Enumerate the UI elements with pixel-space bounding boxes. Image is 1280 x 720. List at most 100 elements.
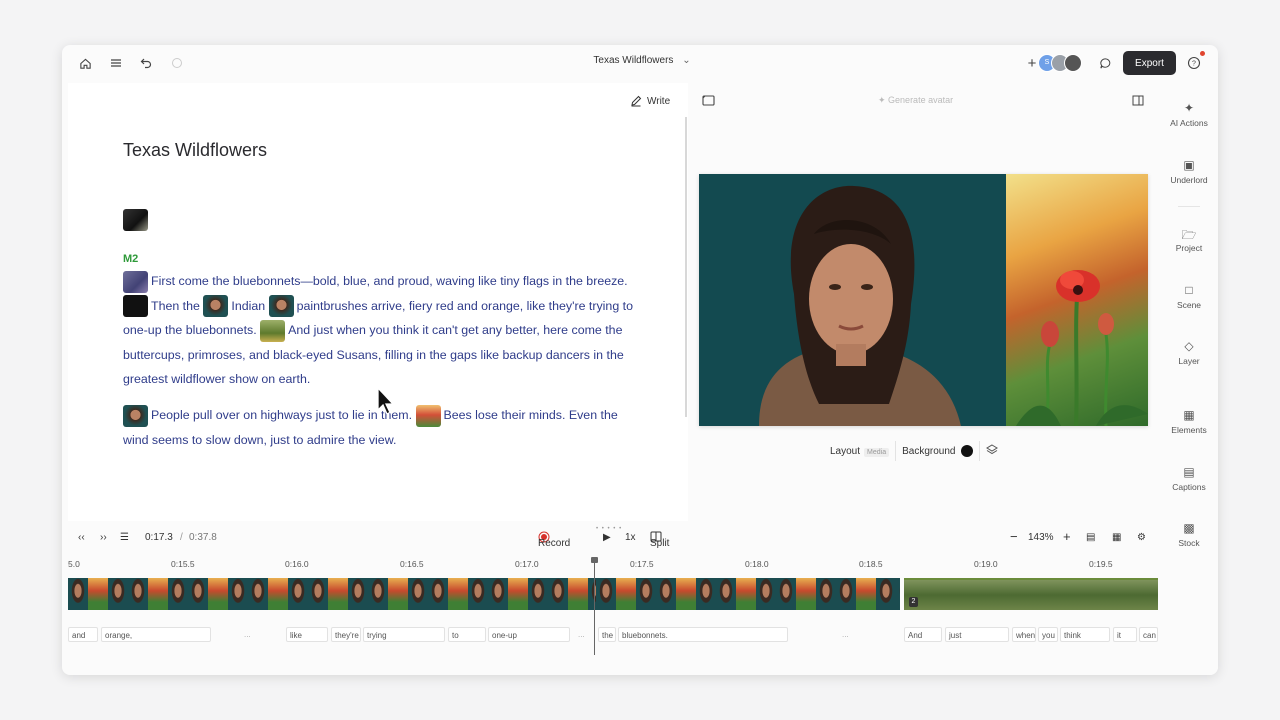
word-chip[interactable]: to xyxy=(448,627,486,642)
divider xyxy=(979,441,981,461)
word-chip[interactable]: think xyxy=(1060,627,1110,642)
word-gap[interactable]: ... xyxy=(244,630,251,639)
background-button[interactable]: Background xyxy=(902,445,974,457)
sidebar-item-project[interactable]: 🗁 Project xyxy=(1160,226,1218,253)
video-frame xyxy=(248,578,268,610)
word-chip[interactable]: one-up xyxy=(488,627,570,642)
timeline-settings-icon[interactable]: ⚙ xyxy=(1137,532,1146,543)
app-window: Texas Wildflowers ⌄ + S Export ? Write T… xyxy=(62,45,1218,675)
skip-forward-icon[interactable]: ›› xyxy=(100,532,107,543)
playback-speed[interactable]: 1x xyxy=(625,532,636,543)
menu-icon[interactable] xyxy=(107,54,125,72)
chevron-down-icon: ⌄ xyxy=(682,55,691,66)
grid-view-icon[interactable]: ▦ xyxy=(1112,532,1121,543)
word-chip[interactable]: it xyxy=(1113,627,1137,642)
word-chip[interactable]: you xyxy=(1038,627,1058,642)
sidebar-item-captions[interactable]: ▤ Captions xyxy=(1160,465,1218,492)
document-title[interactable]: Texas Wildflowers ⌄ xyxy=(562,55,722,66)
word-chip[interactable]: the xyxy=(598,627,616,642)
comment-icon[interactable] xyxy=(1096,54,1114,72)
video-frame xyxy=(168,578,188,610)
word-chip[interactable]: bluebonnets. xyxy=(618,627,788,642)
sidebar-item-elements[interactable]: ▦ Elements xyxy=(1160,408,1218,435)
chapters-icon[interactable]: ☰ xyxy=(120,532,129,543)
word-chip[interactable]: trying xyxy=(363,627,445,642)
sidebar-item-scene[interactable]: □ Scene xyxy=(1160,283,1218,310)
video-frame xyxy=(68,578,88,610)
video-frame xyxy=(596,578,616,610)
scene-icon: □ xyxy=(1185,283,1193,297)
skip-back-icon[interactable]: ‹‹ xyxy=(78,532,85,543)
video-frame xyxy=(208,578,228,610)
video-preview[interactable] xyxy=(699,174,1148,426)
word-chip[interactable]: just xyxy=(945,627,1009,642)
word-chip[interactable]: like xyxy=(286,627,328,642)
video-frame xyxy=(676,578,696,610)
page-title[interactable]: Texas Wildflowers xyxy=(123,140,267,161)
home-icon[interactable] xyxy=(76,54,94,72)
timeline-ruler[interactable]: 5.0 0:15.5 0:16.0 0:16.5 0:17.0 0:17.5 0… xyxy=(68,557,1158,573)
word-chip[interactable]: And xyxy=(904,627,942,642)
top-bar: Texas Wildflowers ⌄ + S Export ? xyxy=(62,45,1218,81)
word-chip[interactable]: and xyxy=(68,627,98,642)
zoom-in-icon[interactable]: + xyxy=(1063,529,1071,544)
video-track-clip[interactable] xyxy=(68,578,598,610)
sidebar-item-underlord[interactable]: ▣ Underlord xyxy=(1160,158,1218,185)
aspect-ratio-icon[interactable] xyxy=(702,95,715,109)
sidebar-item-ai-actions[interactable]: ✦ AI Actions xyxy=(1160,101,1218,128)
media-thumbnail[interactable] xyxy=(260,319,286,342)
record-button[interactable]: Record xyxy=(538,531,570,549)
scene-thumbnail[interactable] xyxy=(123,209,151,231)
undo-icon[interactable] xyxy=(137,54,155,72)
write-button[interactable]: Write xyxy=(630,95,670,107)
generate-avatar-button[interactable]: ✦ Generate avatar xyxy=(878,95,953,106)
script-editor[interactable]: Write Texas Wildflowers M2 First come th… xyxy=(68,83,688,521)
video-frame xyxy=(528,578,548,610)
word-gap[interactable]: ... xyxy=(842,630,849,639)
mouse-pointer-icon xyxy=(377,387,395,415)
redo-icon[interactable] xyxy=(168,54,186,72)
presenter-video xyxy=(699,174,1006,426)
layout-button[interactable]: Layout Media xyxy=(830,446,890,457)
media-thumbnail[interactable] xyxy=(268,295,294,318)
timeline-toolbar: ‹‹ ›› ☰ 0:17.3 / 0:37.8 Record ▶ 1x Spli… xyxy=(68,525,1158,551)
track-view-icon[interactable]: ▤ xyxy=(1086,532,1095,543)
zoom-out-icon[interactable]: − xyxy=(1010,529,1018,544)
word-chip[interactable]: they're xyxy=(331,627,361,642)
video-frame xyxy=(796,578,816,610)
video-frame xyxy=(108,578,128,610)
split-button[interactable]: Split xyxy=(650,531,669,549)
word-chip[interactable]: when xyxy=(1012,627,1036,642)
layers-icon[interactable] xyxy=(986,443,999,459)
word-chip[interactable]: orange, xyxy=(101,627,211,642)
media-thumbnail[interactable] xyxy=(203,295,229,318)
layout-toolbar: Layout Media Background xyxy=(830,440,999,462)
video-track-clip[interactable] xyxy=(596,578,900,610)
zoom-level[interactable]: 143% xyxy=(1028,532,1054,543)
media-thumbnail[interactable] xyxy=(123,404,148,427)
transcript-paragraph[interactable]: First come the bluebonnets—bold, blue, a… xyxy=(123,269,643,392)
robot-icon: ▣ xyxy=(1183,158,1195,172)
playhead-handle[interactable] xyxy=(591,557,598,563)
video-track-clip[interactable] xyxy=(904,578,1158,610)
media-thumbnail[interactable] xyxy=(415,404,441,427)
time-separator: / xyxy=(180,532,183,543)
total-time: 0:37.8 xyxy=(189,532,217,543)
panel-toggle-icon[interactable] xyxy=(1132,95,1144,109)
export-button[interactable]: Export xyxy=(1123,51,1176,75)
media-thumbnail[interactable] xyxy=(123,295,148,318)
avatar xyxy=(1064,54,1082,72)
collaborator-avatars[interactable]: S xyxy=(1038,52,1082,74)
sidebar-item-layer[interactable]: ◇ Layer xyxy=(1160,339,1218,366)
play-icon[interactable]: ▶ xyxy=(603,532,611,543)
media-thumbnail[interactable] xyxy=(123,270,148,293)
video-frame xyxy=(696,578,716,610)
speaker-label[interactable]: M2 xyxy=(123,253,138,265)
editor-scrollbar[interactable] xyxy=(685,117,687,417)
sidebar-item-stock[interactable]: ▩ Stock xyxy=(1160,521,1218,548)
word-chip[interactable]: can xyxy=(1139,627,1158,642)
help-icon[interactable]: ? xyxy=(1185,54,1203,72)
word-gap[interactable]: ... xyxy=(578,630,585,639)
video-frame xyxy=(636,578,656,610)
scene-badge: 2 xyxy=(909,597,918,607)
